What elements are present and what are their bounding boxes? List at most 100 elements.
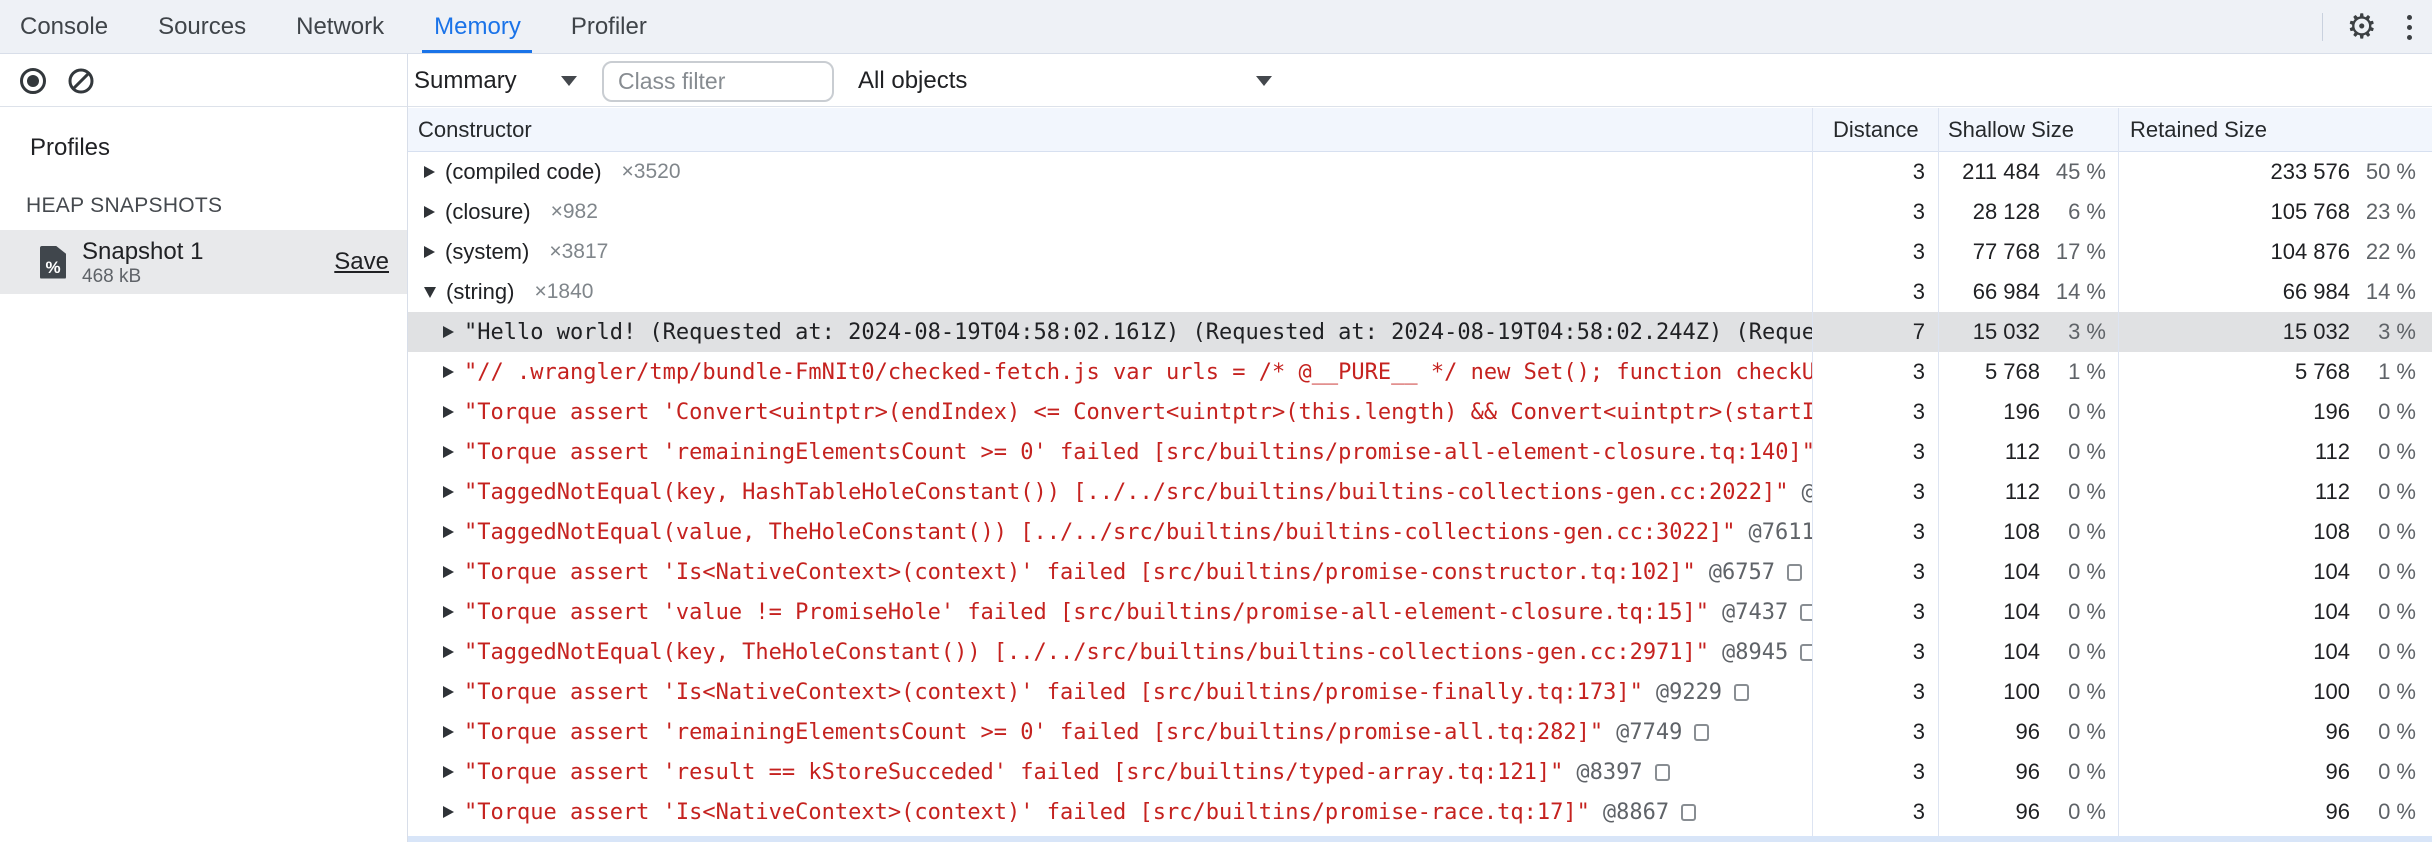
shallow-size-percent: 0 % — [2068, 439, 2106, 464]
column-header-constructor[interactable]: Constructor — [408, 117, 1812, 143]
tab-memory[interactable]: Memory — [409, 0, 546, 53]
perspective-select[interactable]: Summary — [414, 54, 577, 107]
shallow-size-percent: 3 % — [2068, 319, 2106, 344]
string-row[interactable]: "Hello world! (Requested at: 2024-08-19T… — [408, 312, 2432, 352]
column-header-retained-size[interactable]: Retained Size — [2118, 117, 2432, 143]
shallow-size-cell: 112 0 % — [1938, 439, 2118, 465]
shallow-size-cell: 96 0 % — [1938, 759, 2118, 785]
column-header-distance[interactable]: Distance — [1812, 117, 1938, 143]
constructor-cell: "TaggedNotEqual(key, TheHoleConstant()) … — [408, 640, 1812, 665]
string-row[interactable]: "Torque assert 'Is<NativeContext>(contex… — [408, 552, 2432, 592]
expand-arrow-icon[interactable] — [443, 766, 454, 778]
expand-arrow-icon[interactable] — [443, 526, 454, 538]
expand-arrow-icon[interactable] — [443, 406, 454, 418]
expand-arrow-icon[interactable] — [443, 646, 454, 658]
reveal-icon[interactable] — [1800, 603, 1812, 621]
string-row[interactable]: "TaggedNotEqual(key, HashTableHoleConsta… — [408, 472, 2432, 512]
retained-size-value: 96 — [2325, 719, 2350, 744]
expand-arrow-icon[interactable] — [443, 366, 454, 378]
tab-console[interactable]: Console — [0, 0, 133, 53]
constructor-cell: "Torque assert 'result == kStoreSucceded… — [408, 760, 1812, 785]
string-value: "TaggedNotEqual(key, HashTableHoleConsta… — [464, 479, 1789, 505]
constructor-cell: "TaggedNotEqual(value, TheHoleConstant()… — [408, 520, 1812, 545]
expand-arrow-icon[interactable] — [443, 686, 454, 698]
expand-arrow-icon[interactable] — [443, 566, 454, 578]
string-value: "Torque assert 'Convert<uintptr>(endInde… — [464, 399, 1812, 425]
retained-size-percent: 0 % — [2378, 639, 2416, 664]
column-divider — [1812, 108, 1813, 836]
shallow-size-percent: 0 % — [2068, 559, 2106, 584]
clear-profiles-icon[interactable] — [68, 68, 94, 94]
shallow-size-percent: 45 % — [2055, 159, 2106, 184]
reveal-icon[interactable] — [1681, 803, 1697, 821]
constructor-name: (closure) — [445, 199, 531, 224]
string-row[interactable]: "Torque assert 'Convert<uintptr>(endInde… — [408, 392, 2432, 432]
shallow-size-cell: 5 768 1 % — [1938, 359, 2118, 385]
reveal-icon[interactable] — [1654, 763, 1670, 781]
expand-arrow-icon[interactable] — [443, 806, 454, 818]
reveal-icon[interactable] — [1734, 683, 1750, 701]
settings-gear-icon[interactable]: ⚙ — [2347, 10, 2377, 44]
retained-size-value: 5 768 — [2294, 359, 2350, 384]
panel-tabs: Console Sources Network Memory Profiler — [0, 0, 672, 53]
distance-cell: 3 — [1912, 719, 1925, 744]
constructor-group-row[interactable]: (closure) ×982 3 28 128 6 % 105 768 23 % — [408, 192, 2432, 232]
tab-sources[interactable]: Sources — [133, 0, 271, 53]
string-row[interactable]: "Torque assert 'Is<NativeContext>(contex… — [408, 672, 2432, 712]
expand-arrow-icon[interactable] — [443, 726, 454, 738]
retained-size-percent: 0 % — [2378, 479, 2416, 504]
objects-scope-value: All objects — [858, 66, 968, 94]
retained-size-percent: 0 % — [2378, 519, 2416, 544]
sidebar-main-divider — [407, 54, 408, 842]
objects-scope-select[interactable]: All objects — [858, 54, 1272, 107]
grid-header-row: Constructor Distance Shallow Size Retain… — [408, 108, 2432, 152]
string-row[interactable]: "// .wrangler/tmp/bundle-FmNIt0/checked-… — [408, 352, 2432, 392]
constructor-group-row[interactable]: (compiled code) ×3520 3 211 484 45 % 233… — [408, 152, 2432, 192]
more-menu-icon[interactable] — [2401, 14, 2418, 40]
expand-arrow-icon[interactable] — [424, 286, 436, 298]
record-heap-snapshot-icon[interactable] — [20, 67, 46, 94]
reveal-icon[interactable] — [1787, 563, 1803, 581]
shallow-size-value: 96 — [2015, 799, 2040, 824]
shallow-size-cell: 104 0 % — [1938, 599, 2118, 625]
string-row[interactable]: "TaggedNotEqual(key, TheHoleConstant()) … — [408, 632, 2432, 672]
string-row[interactable]: "Torque assert 'value != PromiseHole' fa… — [408, 592, 2432, 632]
distance-cell: 3 — [1912, 239, 1925, 264]
retained-size-cell: 15 032 3 % — [2118, 319, 2432, 345]
string-row[interactable]: "Torque assert 'remainingElementsCount >… — [408, 712, 2432, 752]
expand-arrow-icon[interactable] — [443, 486, 454, 498]
shallow-size-value: 104 — [2003, 559, 2040, 584]
snapshot-name: Snapshot 1 — [82, 237, 204, 265]
string-row[interactable]: "Torque assert 'result == kStoreSucceded… — [408, 752, 2432, 792]
string-row[interactable]: "Torque assert 'Is<NativeContext>(contex… — [408, 792, 2432, 832]
retained-size-value: 96 — [2325, 759, 2350, 784]
perspective-select-value: Summary — [414, 66, 517, 94]
string-row[interactable]: "Torque assert 'remainingElementsCount >… — [408, 432, 2432, 472]
save-snapshot-link[interactable]: Save — [334, 248, 389, 276]
expand-arrow-icon[interactable] — [443, 446, 454, 458]
retained-size-cell: 5 768 1 % — [2118, 359, 2432, 385]
reveal-icon[interactable] — [1694, 723, 1710, 741]
shallow-size-cell: 15 032 3 % — [1938, 319, 2118, 345]
retained-size-cell: 112 0 % — [2118, 479, 2432, 505]
object-id: @8 — [1802, 480, 1812, 505]
constructor-group-row[interactable]: (string) ×1840 3 66 984 14 % 66 984 14 % — [408, 272, 2432, 312]
tab-network[interactable]: Network — [271, 0, 409, 53]
constructor-cell: (closure) ×982 — [408, 199, 1812, 225]
tab-profiler[interactable]: Profiler — [546, 0, 672, 53]
retained-size-value: 233 576 — [2270, 159, 2350, 184]
expand-arrow-icon[interactable] — [424, 166, 435, 178]
expand-arrow-icon[interactable] — [424, 206, 435, 218]
sidebar-item-snapshot-1[interactable]: % Snapshot 1 468 kB Save — [0, 230, 407, 294]
retained-size-percent: 22 % — [2365, 239, 2416, 264]
expand-arrow-icon[interactable] — [443, 606, 454, 618]
retained-size-percent: 14 % — [2365, 279, 2416, 304]
expand-arrow-icon[interactable] — [443, 326, 454, 338]
column-header-shallow-size[interactable]: Shallow Size — [1938, 117, 2118, 143]
class-filter-input[interactable] — [602, 61, 834, 102]
shallow-size-percent: 0 % — [2068, 639, 2106, 664]
reveal-icon[interactable] — [1800, 643, 1812, 661]
constructor-group-row[interactable]: (system) ×3817 3 77 768 17 % 104 876 22 … — [408, 232, 2432, 272]
string-row[interactable]: "TaggedNotEqual(value, TheHoleConstant()… — [408, 512, 2432, 552]
expand-arrow-icon[interactable] — [424, 246, 435, 258]
